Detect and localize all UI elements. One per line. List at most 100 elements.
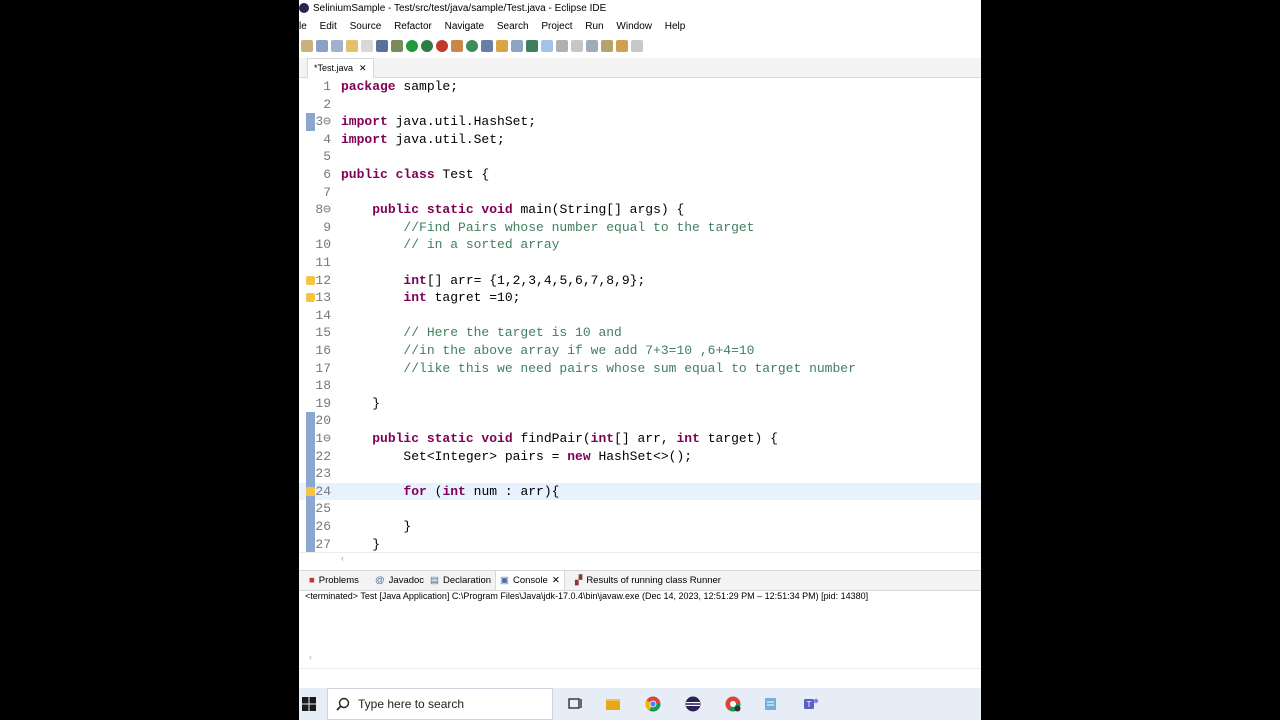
menu-project[interactable]: Project — [541, 21, 572, 32]
code-line[interactable]: 5 — [299, 148, 981, 166]
chrome-profile-icon[interactable] — [725, 696, 741, 712]
toggle-highlight-icon[interactable] — [541, 40, 553, 52]
code-line[interactable]: 1 package sample; — [299, 78, 981, 96]
save-icon[interactable] — [316, 40, 328, 52]
console-status: <terminated> Test [Java Application] C:\… — [305, 591, 869, 601]
code-line[interactable]: 4 import java.util.Set; — [299, 131, 981, 149]
editor-horizontal-scrollbar[interactable]: ‹ — [299, 552, 981, 565]
save-all-icon[interactable] — [331, 40, 343, 52]
code-line[interactable]: 20 — [299, 412, 981, 430]
back-icon[interactable] — [616, 40, 628, 52]
console-output[interactable]: ‹ — [299, 604, 981, 669]
code-line[interactable]: 12 int[] arr= {1,2,3,4,5,6,7,8,9}; — [299, 272, 981, 290]
code-line[interactable]: 3⊖ import java.util.HashSet; — [299, 113, 981, 131]
code-line[interactable]: 10 // in a sorted array — [299, 236, 981, 254]
forward-icon[interactable] — [631, 40, 643, 52]
prev-annotation-icon[interactable] — [601, 40, 613, 52]
code-line[interactable]: 2 — [299, 96, 981, 114]
chevron-left-icon[interactable]: ‹ — [309, 652, 312, 662]
line-number: 27 — [315, 536, 331, 552]
line-number: 15 — [315, 325, 331, 341]
code-line[interactable]: 17 //like this we need pairs whose sum e… — [299, 360, 981, 378]
warning-icon[interactable] — [306, 275, 315, 285]
block-selection-icon[interactable] — [556, 40, 568, 52]
new-class-icon[interactable] — [466, 40, 478, 52]
new-java-project-icon[interactable] — [451, 40, 463, 52]
next-annotation-icon[interactable] — [586, 40, 598, 52]
code-line[interactable]: 15 // Here the target is 10 and — [299, 324, 981, 342]
close-icon[interactable]: ✕ — [359, 59, 367, 78]
undo-icon[interactable] — [346, 40, 358, 52]
menu-search[interactable]: Search — [497, 21, 529, 32]
menu-run[interactable]: Run — [585, 21, 603, 32]
notepad-icon[interactable] — [763, 696, 779, 712]
code-token: main(String[] args) { — [512, 202, 685, 218]
tab-declaration[interactable]: ▤ Declaration — [430, 571, 491, 590]
tab-test-java[interactable]: *Test.java ✕ — [307, 58, 374, 78]
show-whitespace-icon[interactable] — [571, 40, 583, 52]
run-icon[interactable] — [406, 40, 418, 52]
teams-icon[interactable]: T — [803, 696, 819, 712]
menu-bar: le Edit Source Refactor Navigate Search … — [299, 18, 981, 35]
line-number: 24 — [315, 483, 331, 499]
code-editor[interactable]: 1 package sample; 2 3⊖ import java.util.Hash… — [299, 78, 981, 554]
javadoc-icon: @ — [375, 575, 385, 586]
file-explorer-icon[interactable] — [605, 696, 621, 712]
search-tool-icon[interactable] — [511, 40, 523, 52]
menu-file[interactable]: le — [299, 21, 307, 32]
code-line[interactable]: 11 — [299, 254, 981, 272]
open-folder-icon[interactable] — [496, 40, 508, 52]
toggle-mark-icon[interactable] — [526, 40, 538, 52]
menu-navigate[interactable]: Navigate — [445, 21, 484, 32]
menu-refactor[interactable]: Refactor — [394, 21, 432, 32]
chrome-icon[interactable] — [645, 696, 661, 712]
code-token: } — [341, 519, 412, 534]
code-token: findPair( — [512, 431, 591, 446]
warning-icon[interactable] — [306, 293, 315, 303]
code-line[interactable]: 24 for (int num : arr){ — [299, 482, 981, 501]
code-line[interactable]: 19 } — [299, 395, 981, 413]
code-line[interactable]: 7 — [299, 184, 981, 202]
external-tools-icon[interactable] — [436, 40, 448, 52]
tab-problems[interactable]: ■ Problems — [309, 571, 359, 590]
coverage-icon[interactable] — [421, 40, 433, 52]
tab-javadoc[interactable]: @ Javadoc — [375, 571, 424, 590]
close-icon[interactable]: ✕ — [552, 571, 560, 590]
task-view-icon[interactable] — [567, 696, 583, 712]
code-token: import — [341, 114, 388, 130]
menu-edit[interactable]: Edit — [320, 21, 337, 32]
code-line[interactable]: 22 Set<Integer> pairs = new HashSet<>(); — [299, 448, 981, 466]
code-line[interactable]: 16 //in the above array if we add 7+3=10… — [299, 342, 981, 360]
code-line[interactable]: 9 //Find Pairs whose number equal to the… — [299, 219, 981, 237]
code-line[interactable]: 6 public class Test { — [299, 166, 981, 184]
terminal-icon[interactable] — [376, 40, 388, 52]
code-line[interactable]: 25 — [299, 500, 981, 518]
menu-window[interactable]: Window — [616, 21, 652, 32]
redo-icon[interactable] — [361, 40, 373, 52]
taskbar-search[interactable]: Type here to search — [327, 688, 553, 720]
debug-icon[interactable] — [391, 40, 403, 52]
code-line[interactable]: 14 — [299, 307, 981, 325]
code-line[interactable]: 27 } — [299, 536, 981, 554]
warning-icon[interactable] — [306, 486, 315, 496]
code-line[interactable]: 8⊖ public static void main(String[] args… — [299, 201, 981, 219]
code-line[interactable]: 13 int tagret =10; — [299, 289, 981, 307]
menu-help[interactable]: Help — [665, 21, 686, 32]
menu-source[interactable]: Source — [350, 21, 382, 32]
code-text: } — [341, 536, 380, 554]
code-line[interactable]: 26 } — [299, 518, 981, 536]
code-line[interactable]: 23 — [299, 465, 981, 483]
new-icon[interactable] — [301, 40, 313, 52]
chevron-left-icon[interactable]: ‹ — [341, 553, 344, 563]
open-type-icon[interactable] — [481, 40, 493, 52]
line-number: 4 — [323, 131, 331, 147]
code-token: // Here the target is 10 and — [341, 325, 622, 341]
windows-start-icon[interactable] — [301, 696, 317, 712]
code-line[interactable]: 21⊖ public static void findPair(int[] ar… — [299, 430, 981, 448]
eclipse-taskbar-icon[interactable] — [685, 696, 701, 712]
tab-results[interactable]: ▞ Results of running class Runner — [575, 571, 721, 590]
code-line[interactable]: 18 — [299, 377, 981, 395]
tab-console[interactable]: ▣ Console ✕ — [495, 571, 565, 590]
line-number: 1 — [323, 79, 331, 94]
